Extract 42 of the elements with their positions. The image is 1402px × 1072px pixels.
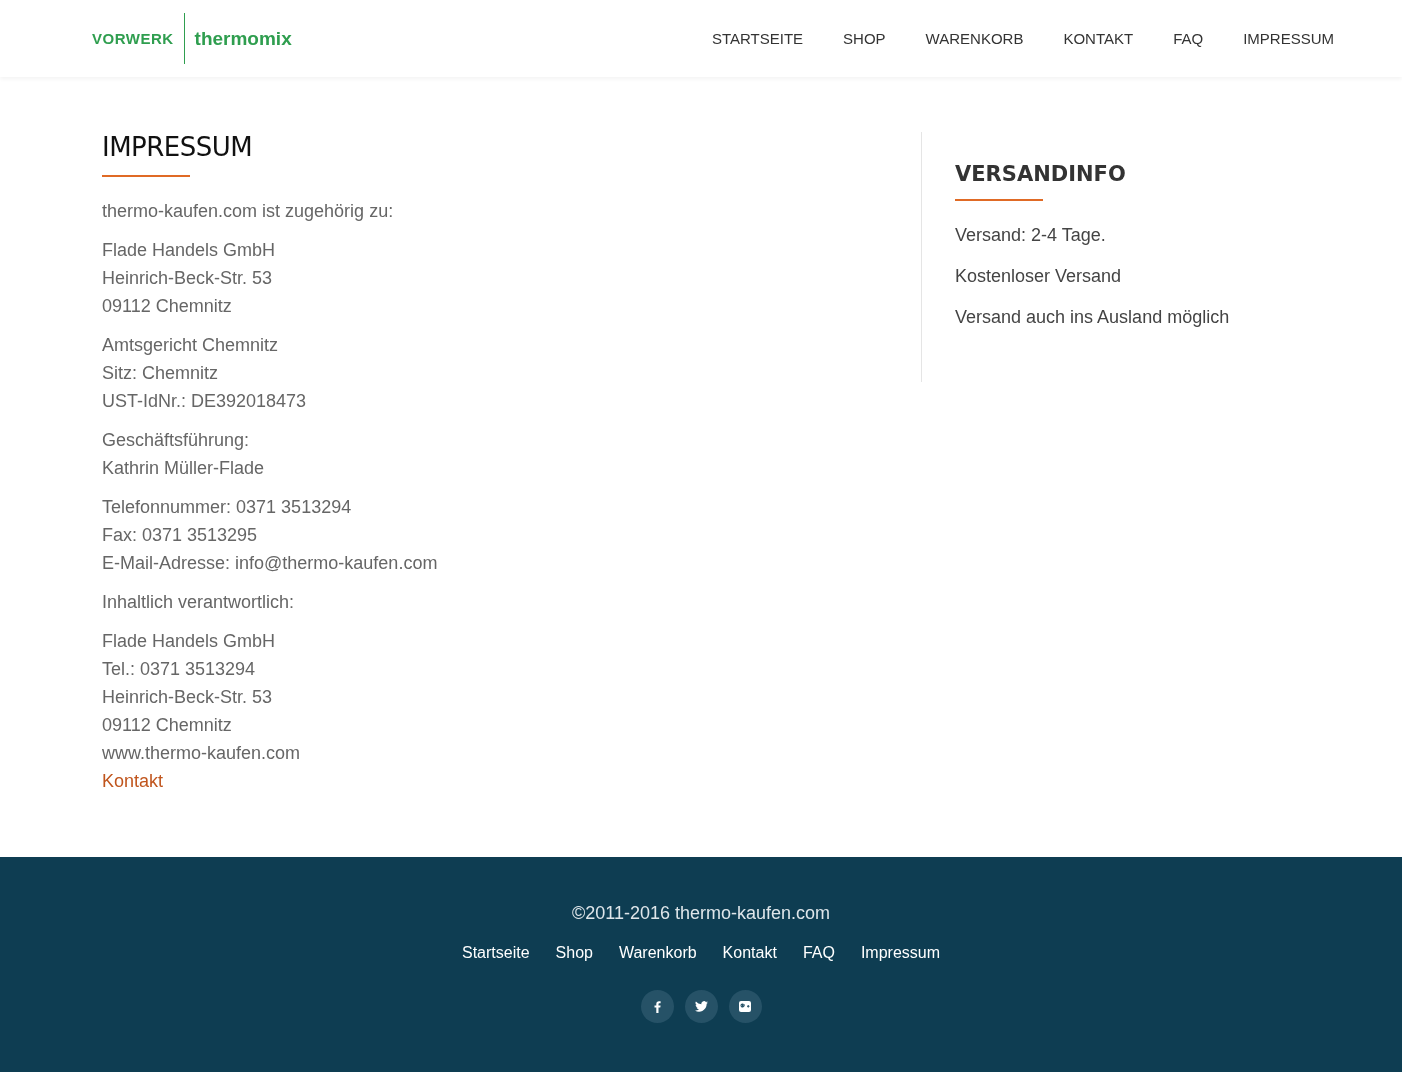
imprint-text: Heinrich-Beck-Str. 53 (102, 267, 274, 290)
footer-link[interactable]: Warenkorb (618, 944, 697, 962)
footer-link[interactable]: Shop (555, 944, 593, 962)
nav-link[interactable]: STARTSEITE (691, 30, 824, 47)
sidebar-title: VERSANDINFO (955, 162, 1127, 186)
nav-link[interactable]: IMPRESSUM (1223, 30, 1354, 47)
shipping-info: Versand auch ins Ausland möglich (955, 306, 1230, 329)
imprint-text: thermo-kaufen.com ist zugehörig zu: (102, 200, 395, 223)
imprint-text: Inhaltlich verantwortlich: (102, 591, 296, 614)
imprint-text: 09112 Chemnitz (102, 714, 233, 737)
footer-link[interactable]: Startseite (462, 944, 530, 962)
imprint-text: Flade Handels GmbH (102, 630, 277, 653)
copyright-text: ©2011-2016 thermo-kaufen.com (571, 903, 831, 924)
social-button[interactable] (684, 990, 718, 1023)
social-button[interactable] (640, 990, 674, 1023)
imprint-text: Flade Handels GmbH (102, 239, 277, 262)
nav-link[interactable]: SHOP (823, 30, 906, 47)
imprint-text: Heinrich-Beck-Str. 53 (102, 686, 274, 709)
facebook-icon (653, 1000, 661, 1013)
imprint-text: www.thermo-kaufen.com (102, 742, 302, 765)
imprint-text: Amtsgericht Chemnitz (102, 334, 280, 357)
shipping-info: Kostenloser Versand (955, 265, 1123, 288)
footer-link[interactable]: Impressum (860, 944, 940, 962)
footer-link[interactable]: Kontakt (722, 944, 777, 962)
imprint-text: Geschäftsführung: (102, 429, 251, 452)
page-title: IMPRESSUM (102, 132, 254, 162)
nav-link[interactable]: WARENKORB (905, 30, 1044, 47)
imprint-text: 09112 Chemnitz (102, 295, 233, 318)
contact-link[interactable]: Kontakt (102, 767, 921, 795)
nav-link[interactable]: KONTAKT (1043, 30, 1154, 47)
social-button[interactable] (728, 990, 762, 1023)
imprint-text: Tel.: 0371 3513294 (102, 658, 257, 681)
imprint-text: Telefonnummer: 0371 3513294 (102, 496, 353, 519)
imprint-text: UST-IdNr.: DE392018473 (102, 390, 308, 413)
imprint-text: E-Mail-Adresse: info@thermo-kaufen.com (102, 552, 439, 575)
imprint-text: Kathrin Müller-Flade (102, 457, 266, 480)
imprint-text: Fax: 0371 3513295 (102, 524, 259, 547)
nav-link[interactable]: FAQ (1153, 30, 1224, 47)
twitter-icon (694, 1001, 708, 1012)
shipping-info: Versand: 2-4 Tage. (955, 224, 1107, 247)
imprint-text: Sitz: Chemnitz (102, 362, 220, 385)
footer-link[interactable]: FAQ (802, 944, 835, 962)
